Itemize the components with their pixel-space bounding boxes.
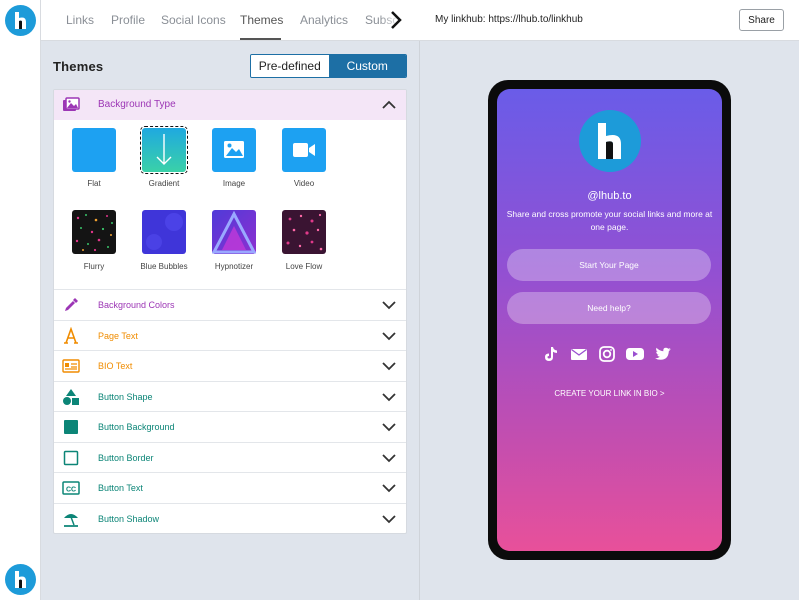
bubbles-pattern-icon xyxy=(146,213,183,250)
image-label: Image xyxy=(222,179,246,188)
page-text-label: Page Text xyxy=(98,331,138,341)
editor-panel: Links Profile Social Icons Themes Analyt… xyxy=(41,0,420,600)
shapes-icon xyxy=(63,389,79,405)
create-link-cta[interactable]: CREATE YOUR LINK IN BIO > xyxy=(497,389,722,398)
button-shape-label: Button Shape xyxy=(98,392,153,402)
preview-panel: My linkhub: https://lhub.to/linkhub Shar… xyxy=(420,0,799,600)
gradient-label: Gradient xyxy=(148,179,180,188)
video-tile[interactable] xyxy=(282,128,326,172)
flurry-pattern-icon xyxy=(75,214,113,252)
background-type-label: Background Type xyxy=(98,99,176,110)
page-text-row[interactable]: Page Text xyxy=(54,320,406,350)
flurry-tile[interactable] xyxy=(72,210,116,254)
tab-themes[interactable]: Themes xyxy=(240,13,283,27)
flat-label: Flat xyxy=(87,179,101,188)
chevron-down-icon[interactable] xyxy=(382,330,396,342)
video-icon xyxy=(293,143,315,157)
chevron-down-icon[interactable] xyxy=(382,421,396,433)
love-flow-tile[interactable] xyxy=(282,210,326,254)
youtube-icon[interactable] xyxy=(625,344,645,364)
tiktok-icon[interactable] xyxy=(541,344,561,364)
chevron-down-icon[interactable] xyxy=(382,360,396,372)
bio-text-row[interactable]: BIO Text xyxy=(54,350,406,380)
filled-square-icon xyxy=(64,420,78,434)
flurry-label: Flurry xyxy=(83,262,105,271)
id-card-icon xyxy=(62,359,80,373)
chevron-down-icon[interactable] xyxy=(382,391,396,403)
svg-text:CC: CC xyxy=(66,487,76,494)
mail-icon[interactable] xyxy=(569,344,589,364)
dropper-icon xyxy=(65,298,78,311)
preview-header: My linkhub: https://lhub.to/linkhub Shar… xyxy=(420,0,799,41)
background-colors-row[interactable]: Background Colors xyxy=(54,289,406,319)
images-icon xyxy=(63,97,80,111)
themes-title: Themes xyxy=(53,59,104,74)
image-tile[interactable] xyxy=(212,128,256,172)
flat-tile[interactable] xyxy=(72,128,116,172)
outline-square-icon xyxy=(63,450,79,466)
theme-settings-card: Background Type Flat Gradient Image Vide… xyxy=(53,89,407,534)
hypnotizer-tile[interactable] xyxy=(211,210,257,254)
predefined-button[interactable]: Pre-defined xyxy=(251,55,329,77)
button-text-label: Button Text xyxy=(98,483,143,493)
linkhub-url[interactable]: My linkhub: https://lhub.to/linkhub xyxy=(435,14,583,25)
tab-profile[interactable]: Profile xyxy=(111,13,145,27)
chevron-up-icon[interactable] xyxy=(382,98,396,112)
linkhub-logo-icon xyxy=(598,123,621,159)
button-shadow-label: Button Shadow xyxy=(98,514,160,524)
active-tab-indicator xyxy=(240,38,281,40)
button-shape-row[interactable]: Button Shape xyxy=(54,381,406,411)
love-flow-label: Love Flow xyxy=(285,262,323,271)
chevron-down-icon[interactable] xyxy=(382,299,396,311)
arrow-down-icon xyxy=(156,134,172,165)
hypnotizer-label: Hypnotizer xyxy=(214,262,254,271)
bio-text-label: BIO Text xyxy=(98,361,133,371)
background-type-header[interactable]: Background Type xyxy=(54,90,406,120)
need-help-button[interactable]: Need help? xyxy=(507,292,711,324)
theme-mode-toggle: Pre-defined Custom xyxy=(250,54,407,78)
button-shadow-row[interactable]: Button Shadow xyxy=(54,503,406,533)
tab-analytics[interactable]: Analytics xyxy=(300,13,348,27)
phone-screen: @lhub.to Share and cross promote your so… xyxy=(497,89,722,551)
beach-umbrella-icon xyxy=(64,514,78,527)
font-icon xyxy=(64,327,78,344)
triangle-pattern-icon xyxy=(211,210,257,254)
linkhub-logo-icon[interactable] xyxy=(5,5,36,36)
profile-avatar xyxy=(579,110,641,172)
tab-links[interactable]: Links xyxy=(66,13,94,27)
twitter-icon[interactable] xyxy=(653,344,673,364)
profile-handle: @lhub.to xyxy=(587,190,632,202)
left-rail xyxy=(0,0,41,600)
button-border-row[interactable]: Button Border xyxy=(54,442,406,472)
start-your-page-button[interactable]: Start Your Page xyxy=(507,249,711,281)
chevron-down-icon[interactable] xyxy=(382,452,396,464)
social-icons xyxy=(541,344,681,364)
custom-button[interactable]: Custom xyxy=(328,55,406,77)
button-text-row[interactable]: CC Button Text xyxy=(54,472,406,502)
hearts-pattern-icon xyxy=(286,213,323,251)
chevron-down-icon[interactable] xyxy=(382,513,396,525)
button-background-label: Button Background xyxy=(98,422,175,432)
button-border-label: Button Border xyxy=(98,453,154,463)
linkhub-logo-bottom-icon[interactable] xyxy=(5,564,36,595)
phone-frame: @lhub.to Share and cross promote your so… xyxy=(488,80,731,560)
cc-icon: CC xyxy=(62,481,80,495)
blue-bubbles-label: Blue Bubbles xyxy=(140,262,188,271)
instagram-icon[interactable] xyxy=(597,344,617,364)
profile-bio: Share and cross promote your social link… xyxy=(506,209,713,232)
image-icon xyxy=(224,141,244,158)
share-button[interactable]: Share xyxy=(739,9,784,31)
button-background-row[interactable]: Button Background xyxy=(54,411,406,441)
background-colors-label: Background Colors xyxy=(98,300,175,310)
blue-bubbles-tile[interactable] xyxy=(142,210,186,254)
gradient-tile[interactable] xyxy=(140,126,188,174)
chevron-down-icon[interactable] xyxy=(382,482,396,494)
video-label: Video xyxy=(293,179,315,188)
tabs-scroll-right-icon[interactable] xyxy=(386,9,406,31)
tab-bar: Links Profile Social Icons Themes Analyt… xyxy=(41,0,420,41)
tab-social-icons[interactable]: Social Icons xyxy=(161,13,226,27)
